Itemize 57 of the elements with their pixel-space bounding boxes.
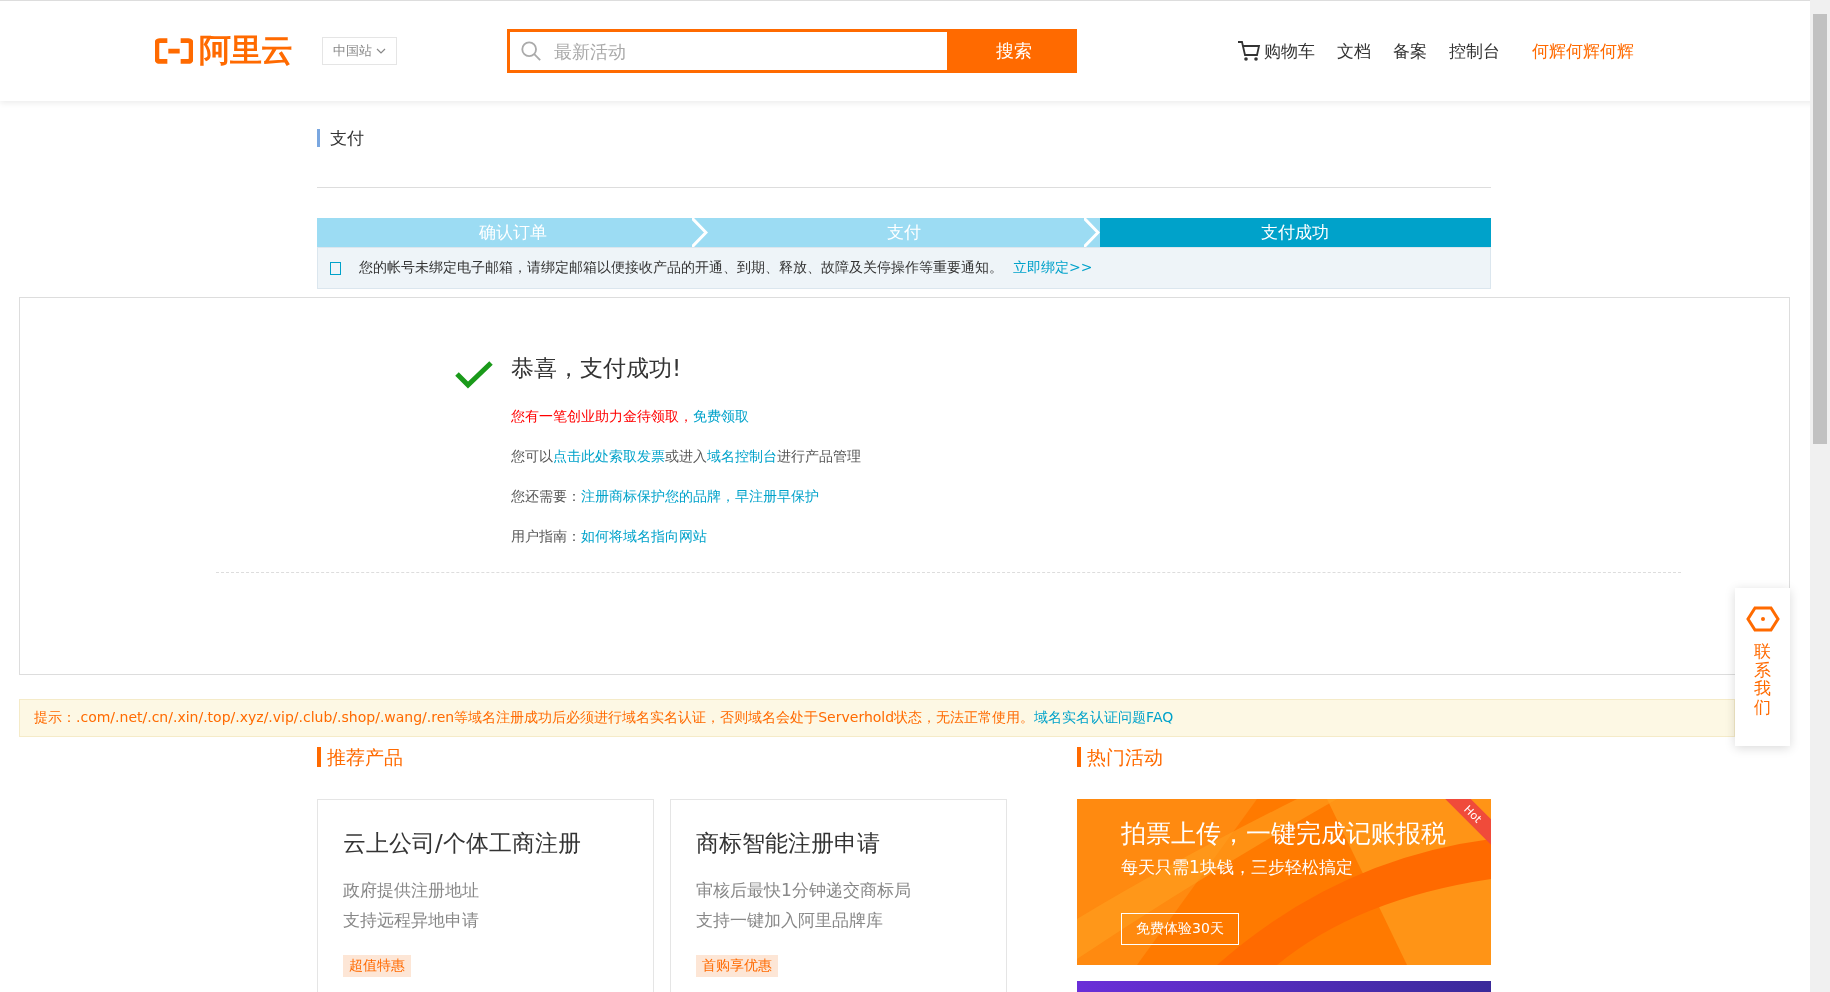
checkbox[interactable] bbox=[330, 261, 341, 275]
bind-email-link[interactable]: 立即绑定>> bbox=[1013, 259, 1093, 277]
card-text: 支持一键加入阿里品牌库 bbox=[696, 909, 884, 932]
success-title: 恭喜，支付成功! bbox=[511, 354, 683, 383]
logo-text[interactable]: 阿里云 bbox=[199, 29, 292, 73]
text-link[interactable]: 免费领取 bbox=[693, 408, 749, 424]
nav-link[interactable]: 文档 bbox=[1337, 39, 1371, 63]
cart-link[interactable]: 购物车 bbox=[1237, 39, 1315, 63]
info-text: 或进入 bbox=[665, 448, 707, 464]
page-title: 支付 bbox=[317, 129, 1491, 147]
checkmark-icon bbox=[455, 361, 493, 389]
promo-tag: 首购享优惠 bbox=[696, 955, 778, 977]
text-link[interactable]: 域名控制台 bbox=[707, 448, 777, 464]
nav-link[interactable]: 备案 bbox=[1393, 39, 1427, 63]
card-text: 支持远程异地申请 bbox=[343, 909, 480, 932]
text-link[interactable]: 注册商标保护您的品牌，早注册早保护 bbox=[581, 488, 819, 504]
text-link[interactable]: 点击此处索取发票 bbox=[553, 448, 665, 464]
info-text: 用户指南： bbox=[511, 528, 581, 544]
progress-step: 支付成功 bbox=[1099, 218, 1491, 247]
info-text: 您还需要： bbox=[511, 488, 581, 504]
chevron-icon bbox=[1083, 218, 1100, 247]
notice-text: 您的帐号未绑定电子邮箱，请绑定邮箱以便接收产品的开通、到期、释放、故障及关停操作等重要通知。 bbox=[359, 259, 1003, 277]
card-text: 审核后最快1分钟递交商标局 bbox=[696, 879, 912, 902]
logo-icon[interactable] bbox=[155, 37, 193, 65]
product-card[interactable]: 商标智能注册申请 审核后最快1分钟递交商标局 支持一键加入阿里品牌库 首购享优惠 bbox=[670, 799, 1007, 992]
faq-link[interactable]: 域名实名认证问题FAQ bbox=[1034, 709, 1174, 727]
search-field[interactable]: 最新活动 bbox=[507, 29, 950, 73]
promo-title: 拍票上传，一键完成记账报税 bbox=[1121, 818, 1446, 850]
section-title: 热门活动 bbox=[1077, 747, 1491, 767]
scrollbar[interactable] bbox=[1810, 0, 1830, 992]
progress-step: 支付 bbox=[708, 218, 1100, 247]
info-text: 您可以 bbox=[511, 448, 553, 464]
region-dropdown[interactable]: 中国站 bbox=[322, 37, 397, 65]
card-text: 政府提供注册地址 bbox=[343, 879, 480, 902]
info-text: 您有一笔创业助力金待领取， bbox=[511, 408, 693, 424]
free-trial-button[interactable]: 免费体验30天 bbox=[1121, 913, 1239, 945]
progress-step: 确认订单 bbox=[317, 218, 709, 247]
contact-us-button[interactable]: 联系我们 bbox=[1735, 588, 1790, 746]
promo-subtitle: 每天只需1块钱，三步轻松搞定 bbox=[1120, 856, 1354, 879]
card-title: 商标智能注册申请 bbox=[696, 829, 881, 858]
hexagon-icon bbox=[1745, 606, 1780, 632]
cart-icon bbox=[1237, 40, 1261, 62]
section-title: 推荐产品 bbox=[317, 747, 1051, 767]
user-name-link[interactable]: 何辉何辉何辉 bbox=[1532, 39, 1634, 63]
caret-icon bbox=[376, 48, 386, 54]
search-icon bbox=[520, 40, 542, 62]
text-link[interactable]: 如何将域名指向网站 bbox=[581, 528, 707, 544]
chevron-icon bbox=[692, 218, 709, 247]
product-card[interactable]: 云上公司/个体工商注册 政府提供注册地址 支持远程异地申请 超值特惠 bbox=[317, 799, 654, 992]
card-title: 云上公司/个体工商注册 bbox=[343, 829, 582, 858]
info-text: 进行产品管理 bbox=[777, 448, 861, 464]
promo-banner[interactable]: Hot 拍票上传，一键完成记账报税 每天只需1块钱，三步轻松搞定 免费体验30天 bbox=[1077, 799, 1491, 965]
promo-tag: 超值特惠 bbox=[343, 955, 411, 977]
search-button[interactable]: 搜索 bbox=[950, 29, 1077, 73]
nav-link[interactable]: 控制台 bbox=[1449, 39, 1500, 63]
tip-text: 提示：.com/.net/.cn/.xin/.top/.xyz/.vip/.club/.shop/.wang/.ren等域名注册成功后必须进行域名实名认证，否则域名会处于Serverhold状态，无法正常使用。 bbox=[34, 709, 1035, 727]
contact-text: 联系我们 bbox=[1754, 642, 1771, 717]
